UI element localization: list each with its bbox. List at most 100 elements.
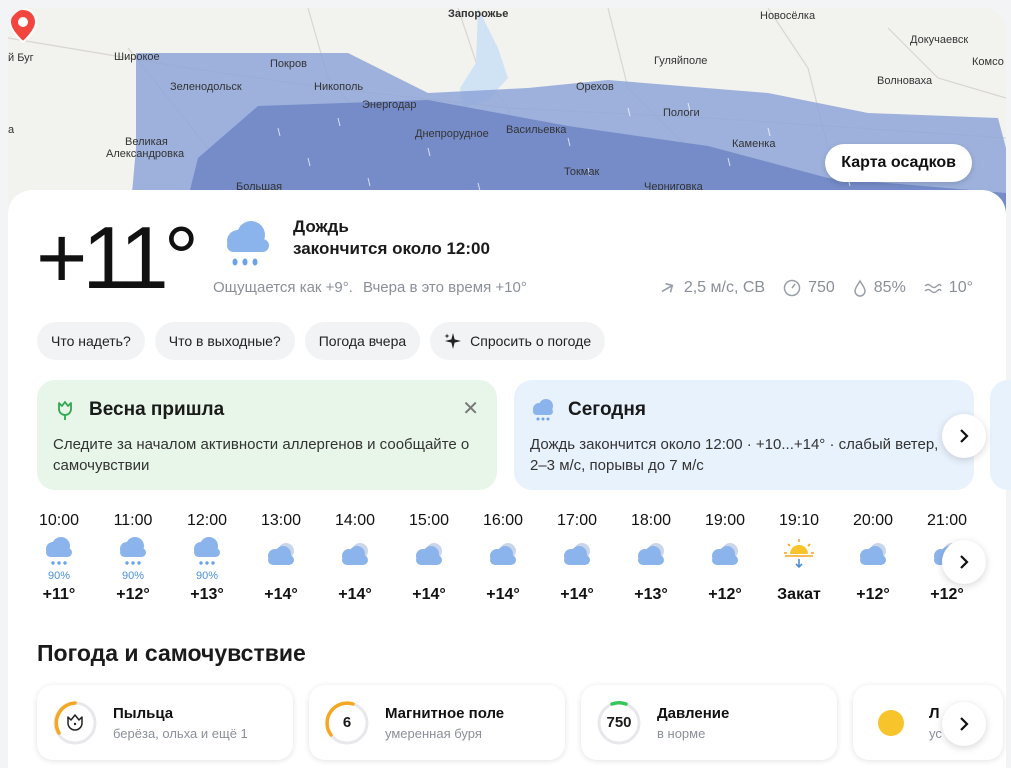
precip-map-button[interactable]: Карта осадков <box>825 144 972 182</box>
cloudy-icon <box>860 543 886 565</box>
pollen-name: Пыльца <box>113 704 174 722</box>
sun-icon <box>878 709 904 736</box>
hour-precip-prob: 90% <box>195 570 219 582</box>
water-temp-value: 10° <box>948 279 973 296</box>
hour-temp: +14° <box>486 586 520 603</box>
pollen-text: Пыльца берёза, ольха и ещё 1 <box>113 705 248 741</box>
hour-precip-prob <box>472 570 534 584</box>
cloudy-icon <box>564 543 590 565</box>
chip-yesterday[interactable]: Погода вчера <box>304 322 421 360</box>
cloudy-icon <box>490 543 516 565</box>
cloudy-icon <box>416 543 442 565</box>
today-card-title: Сегодня <box>568 399 646 420</box>
condition-title: Дождь <box>293 217 349 236</box>
chip-weekend[interactable]: Что в выходные? <box>154 322 295 360</box>
map-label: Каменка <box>732 138 776 150</box>
feels-like: Ощущается как +9°. <box>213 279 353 296</box>
hour-temp: +14° <box>264 586 298 603</box>
chip-ask-label: Спросить о погоде <box>470 333 592 349</box>
magnetic-value: 6 <box>342 713 352 731</box>
humidity-value: 85% <box>873 279 906 296</box>
hour-temp: +11° <box>42 586 76 603</box>
spring-card-body: Следите за началом активности аллергенов… <box>53 436 470 474</box>
hourly-forecast[interactable]: 10:00 90% +11° 11:00 90% +12° 12:00 90% +13° 13:0… <box>28 512 988 612</box>
feels-like-line: Ощущается как +9°. Вчера в это время +10° <box>213 279 537 296</box>
hourly-next-button[interactable] <box>942 540 986 584</box>
pressure-gauge: 750 <box>595 699 643 747</box>
gauge-ring <box>53 700 97 744</box>
hour-time: 14:00 <box>334 512 376 529</box>
hour-time: 12:00 <box>186 512 228 529</box>
rain-cloud-icon <box>194 537 220 565</box>
hour-icon <box>28 532 90 570</box>
map-label: Покров <box>270 58 307 70</box>
next-card-peek[interactable] <box>990 380 1011 490</box>
hour-temp: +12° <box>930 586 964 603</box>
hour-icon <box>324 532 386 570</box>
rain-cloud-icon <box>120 537 146 565</box>
hour-time: 15:00 <box>408 512 450 529</box>
hourly-item: 18:00 +13° <box>620 512 682 604</box>
today-card-title-row: Сегодня <box>530 398 958 422</box>
wellbeing-title: Погода и самочувствие <box>37 640 306 666</box>
chevron-right-icon <box>960 555 969 569</box>
hour-precip-prob <box>694 570 756 584</box>
today-card[interactable]: Сегодня Дождь закончится около 12:00 · +… <box>514 380 974 490</box>
map-label: Васильевка <box>506 124 567 136</box>
hourly-item: 20:00 +12° <box>842 512 904 604</box>
map-label: Никополь <box>314 81 364 93</box>
close-icon[interactable]: ✕ <box>462 396 479 421</box>
tiles-next-button[interactable] <box>942 702 986 746</box>
sparkle-icon <box>444 333 462 349</box>
hour-time: 21:00 <box>926 512 968 529</box>
hourly-item: 14:00 +14° <box>324 512 386 604</box>
hour-temp: +13° <box>190 586 224 603</box>
hourly-item: 16:00 +14° <box>472 512 534 604</box>
hour-precip-prob <box>250 570 312 584</box>
hour-time: 11:00 <box>113 512 153 529</box>
sun-gauge <box>867 699 915 747</box>
hour-icon <box>472 532 534 570</box>
hour-icon <box>398 532 460 570</box>
chip-ask-weather[interactable]: Спросить о погоде <box>430 322 606 360</box>
hourly-item: 11:00 90% +12° <box>102 512 164 604</box>
tulip-icon <box>58 401 72 420</box>
map-label: Зеленодольск <box>170 81 242 93</box>
hour-precip-prob <box>398 570 460 584</box>
magnetic-tile[interactable]: 6 Магнитное поле умеренная буря <box>309 685 565 760</box>
spring-card[interactable]: Весна пришла Следите за началом активнос… <box>37 380 497 490</box>
condition-subtitle: закончится около 12:00 <box>293 239 490 258</box>
hour-time: 19:00 <box>704 512 746 529</box>
hour-precip-prob: 90% <box>121 570 145 582</box>
hour-icon <box>546 532 608 570</box>
hour-icon <box>694 532 756 570</box>
hour-icon <box>842 532 904 570</box>
chip-what-to-wear[interactable]: Что надеть? <box>37 322 145 360</box>
cloudy-icon <box>342 543 368 565</box>
map-label: Запорожье <box>448 8 509 20</box>
humidity-stat: 85% <box>853 279 906 297</box>
yesterday-temp: Вчера в это время +10° <box>362 279 527 296</box>
cards-next-button[interactable] <box>942 414 986 458</box>
hour-time: 16:00 <box>482 512 524 529</box>
hour-temp: +12° <box>708 586 742 603</box>
map-label: Александровка <box>106 148 185 160</box>
hourly-item: 15:00 +14° <box>398 512 460 604</box>
magnetic-desc: умеренная буря <box>385 725 482 741</box>
cloudy-icon <box>638 543 664 565</box>
pollen-tile[interactable]: Пыльца берёза, ольха и ещё 1 <box>37 685 293 760</box>
pollen-gauge <box>51 699 99 747</box>
uv-name: Л <box>929 704 940 722</box>
pressure-text: Давление в норме <box>657 705 729 741</box>
uv-desc: ус <box>929 725 942 741</box>
pressure-tile-value: 750 <box>606 713 632 731</box>
rain-cloud-icon <box>227 221 269 266</box>
magnetic-gauge: 6 <box>323 699 371 747</box>
hourly-item: 10:00 90% +11° <box>28 512 90 604</box>
map-label: Пологи <box>663 107 700 119</box>
hourly-item: 19:00 +12° <box>694 512 756 604</box>
map-label: Великая <box>125 136 168 148</box>
pressure-tile[interactable]: 750 Давление в норме <box>581 685 837 760</box>
map-label: Широкое <box>114 51 160 63</box>
hour-temp: +14° <box>560 586 594 603</box>
